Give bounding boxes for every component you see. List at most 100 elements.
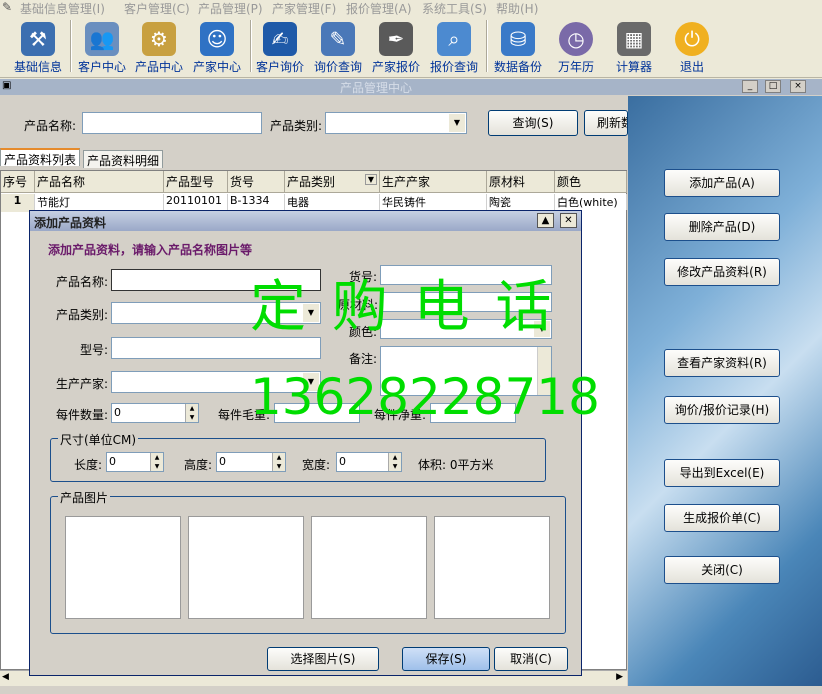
cancel-button[interactable]: 取消(C) bbox=[494, 647, 568, 671]
menu-item-customer[interactable]: 客户管理(C) bbox=[124, 0, 190, 17]
toolbar-data-backup-button[interactable]: ⛁ 数据备份 bbox=[486, 16, 550, 76]
watermark-title: 定 购 电 话 bbox=[250, 275, 556, 340]
grid-header[interactable]: 生产产家 bbox=[380, 171, 487, 193]
close-icon[interactable]: ✕ bbox=[560, 213, 577, 228]
menu-item-tools[interactable]: 系统工具(S) bbox=[422, 0, 487, 17]
export-excel-button[interactable]: 导出到Excel(E) bbox=[664, 459, 780, 487]
database-icon: ⛁ bbox=[501, 22, 535, 56]
search-type-label: 产品类别: bbox=[270, 119, 323, 133]
maximize-button[interactable]: □ bbox=[765, 80, 781, 93]
minimize-button[interactable]: _ bbox=[742, 80, 758, 93]
window-title: 产品管理中心 bbox=[340, 81, 413, 95]
toolbar-quote-search-button[interactable]: ⌕ 报价查询 bbox=[422, 16, 486, 76]
view-factory-button[interactable]: 查看产家资料(R) bbox=[664, 349, 780, 377]
table-cell[interactable]: 20110101 bbox=[164, 194, 228, 210]
picture-slot[interactable] bbox=[65, 516, 181, 619]
width-stepper[interactable]: 0 ▲ ▼ bbox=[336, 452, 402, 472]
toolbar-factory-center-button[interactable]: ☺ 产家中心 bbox=[185, 16, 249, 76]
grid-header-type[interactable]: 产品类别 ▼ bbox=[285, 171, 380, 193]
grid-header[interactable]: 原材料 bbox=[487, 171, 555, 193]
picture-slot[interactable] bbox=[188, 516, 304, 619]
toolbar-calendar-button[interactable]: ◷ 万年历 bbox=[544, 16, 608, 76]
toolbar-label: 产家中心 bbox=[192, 60, 241, 74]
volume-text: 体积: 0平方米 bbox=[418, 458, 494, 472]
toolbar-label: 产品中心 bbox=[134, 60, 183, 74]
spin-arrows-icon[interactable]: ▲ ▼ bbox=[272, 453, 285, 471]
table-cell[interactable]: 华民铸件 bbox=[380, 194, 487, 210]
grid-header[interactable]: 序号 bbox=[1, 171, 35, 193]
tab-product-detail[interactable]: 产品资料明细 bbox=[83, 150, 164, 168]
toolbar-factory-quote-button[interactable]: ✒ 产家报价 bbox=[364, 16, 428, 76]
length-stepper[interactable]: 0 ▲ ▼ bbox=[106, 452, 164, 472]
grid-header[interactable]: 颜色 bbox=[555, 171, 627, 193]
toolbar-label: 询价查询 bbox=[313, 60, 362, 74]
menu-item-basic[interactable]: 基础信息管理(I) bbox=[20, 0, 105, 17]
toolbar-basic-info-button[interactable]: ⚒ 基础信息 bbox=[6, 16, 70, 76]
query-button[interactable]: 查询(S) bbox=[488, 110, 578, 136]
chevron-down-icon[interactable]: ▼ bbox=[364, 174, 377, 185]
picture-slot[interactable] bbox=[434, 516, 550, 619]
picture-group-title: 产品图片 bbox=[58, 489, 111, 506]
menu-bar: ✎ 基础信息管理(I) 客户管理(C) 产品管理(P) 产家管理(F) 报价管理… bbox=[0, 0, 822, 16]
picture-slot[interactable] bbox=[311, 516, 427, 619]
table-cell[interactable]: 陶瓷 bbox=[487, 194, 555, 210]
type-label: 产品类别: bbox=[56, 308, 109, 322]
toolbar-label: 数据备份 bbox=[493, 60, 542, 74]
add-product-button[interactable]: 添加产品(A) bbox=[664, 169, 780, 197]
grid-header[interactable]: 产品型号 bbox=[164, 171, 228, 193]
height-label: 高度: bbox=[184, 458, 213, 472]
close-window-button[interactable]: × bbox=[790, 80, 806, 93]
search-type-select[interactable]: ▼ bbox=[325, 112, 467, 134]
menu-item-quote[interactable]: 报价管理(A) bbox=[346, 0, 412, 17]
refresh-button[interactable]: 刷新数 bbox=[584, 110, 628, 136]
menu-item-factory[interactable]: 产家管理(F) bbox=[272, 0, 336, 17]
table-cell[interactable]: 白色(white) bbox=[555, 194, 627, 210]
grid-header-label: 产品类别 bbox=[287, 175, 336, 189]
close-panel-button[interactable]: 关闭(C) bbox=[664, 556, 780, 584]
select-picture-button[interactable]: 选择图片(S) bbox=[267, 647, 379, 671]
toolbar-calculator-button[interactable]: ▦ 计算器 bbox=[602, 16, 666, 76]
menu-item-product[interactable]: 产品管理(P) bbox=[198, 0, 263, 17]
app-icon: ✎ bbox=[2, 0, 13, 14]
spin-arrows-icon[interactable]: ▲ ▼ bbox=[150, 453, 163, 471]
toolbar-customer-inquiry-button[interactable]: ✍ 客户询价 bbox=[248, 16, 312, 76]
scroll-right-icon[interactable]: ▶ bbox=[616, 672, 623, 682]
toolbar-label: 计算器 bbox=[615, 60, 652, 74]
table-cell[interactable]: 电器 bbox=[285, 194, 380, 210]
toolbar-customer-center-button[interactable]: 👥 客户中心 bbox=[70, 16, 134, 76]
quote-record-button[interactable]: 询价/报价记录(H) bbox=[664, 396, 780, 424]
toolbar-product-center-button[interactable]: ⚙ 产品中心 bbox=[127, 16, 191, 76]
height-stepper[interactable]: 0 ▲ ▼ bbox=[216, 452, 286, 472]
generate-quote-button[interactable]: 生成报价单(C) bbox=[664, 504, 780, 532]
edit-product-button[interactable]: 修改产品资料(R) bbox=[664, 258, 780, 286]
table-cell[interactable]: B-1334 bbox=[228, 194, 285, 210]
tab-product-list[interactable]: 产品资料列表 bbox=[0, 148, 81, 167]
remark-label: 备注: bbox=[349, 352, 378, 366]
maker-label: 生产产家: bbox=[56, 377, 109, 391]
scroll-left-icon[interactable]: ◀ bbox=[2, 672, 9, 682]
delete-product-button[interactable]: 删除产品(D) bbox=[664, 213, 780, 241]
qty-stepper[interactable]: 0 ▲ ▼ bbox=[111, 403, 199, 423]
power-icon: ⏻ bbox=[675, 22, 709, 56]
menu-item-help[interactable]: 帮助(H) bbox=[496, 0, 538, 17]
toolbar-exit-button[interactable]: ⏻ 退出 bbox=[660, 16, 724, 76]
clock-icon: ◷ bbox=[559, 22, 593, 56]
grid-header[interactable]: 货号 bbox=[228, 171, 285, 193]
spin-arrows-icon[interactable]: ▲ ▼ bbox=[185, 404, 198, 422]
table-cell[interactable]: 节能灯 bbox=[35, 194, 164, 210]
collapse-icon[interactable]: ▲ bbox=[537, 213, 554, 228]
toolbar-label: 客户询价 bbox=[255, 60, 304, 74]
tools-icon: ⚒ bbox=[21, 22, 55, 56]
search-name-input[interactable] bbox=[82, 112, 262, 134]
width-label: 宽度: bbox=[302, 458, 331, 472]
mdi-title-bar: ▣ 产品管理中心 _ □ × bbox=[0, 79, 822, 95]
users-icon: 👥 bbox=[85, 22, 119, 56]
magnifier-icon: ⌕ bbox=[437, 22, 471, 56]
people-icon: ☺ bbox=[200, 22, 234, 56]
qty-label: 每件数量: bbox=[56, 408, 109, 422]
save-button[interactable]: 保存(S) bbox=[402, 647, 490, 671]
spin-arrows-icon[interactable]: ▲ ▼ bbox=[388, 453, 401, 471]
watermark-phone: 13628228718 bbox=[250, 368, 600, 426]
toolbar-inquiry-search-button[interactable]: ✎ 询价查询 bbox=[306, 16, 370, 76]
grid-header[interactable]: 产品名称 bbox=[35, 171, 164, 193]
